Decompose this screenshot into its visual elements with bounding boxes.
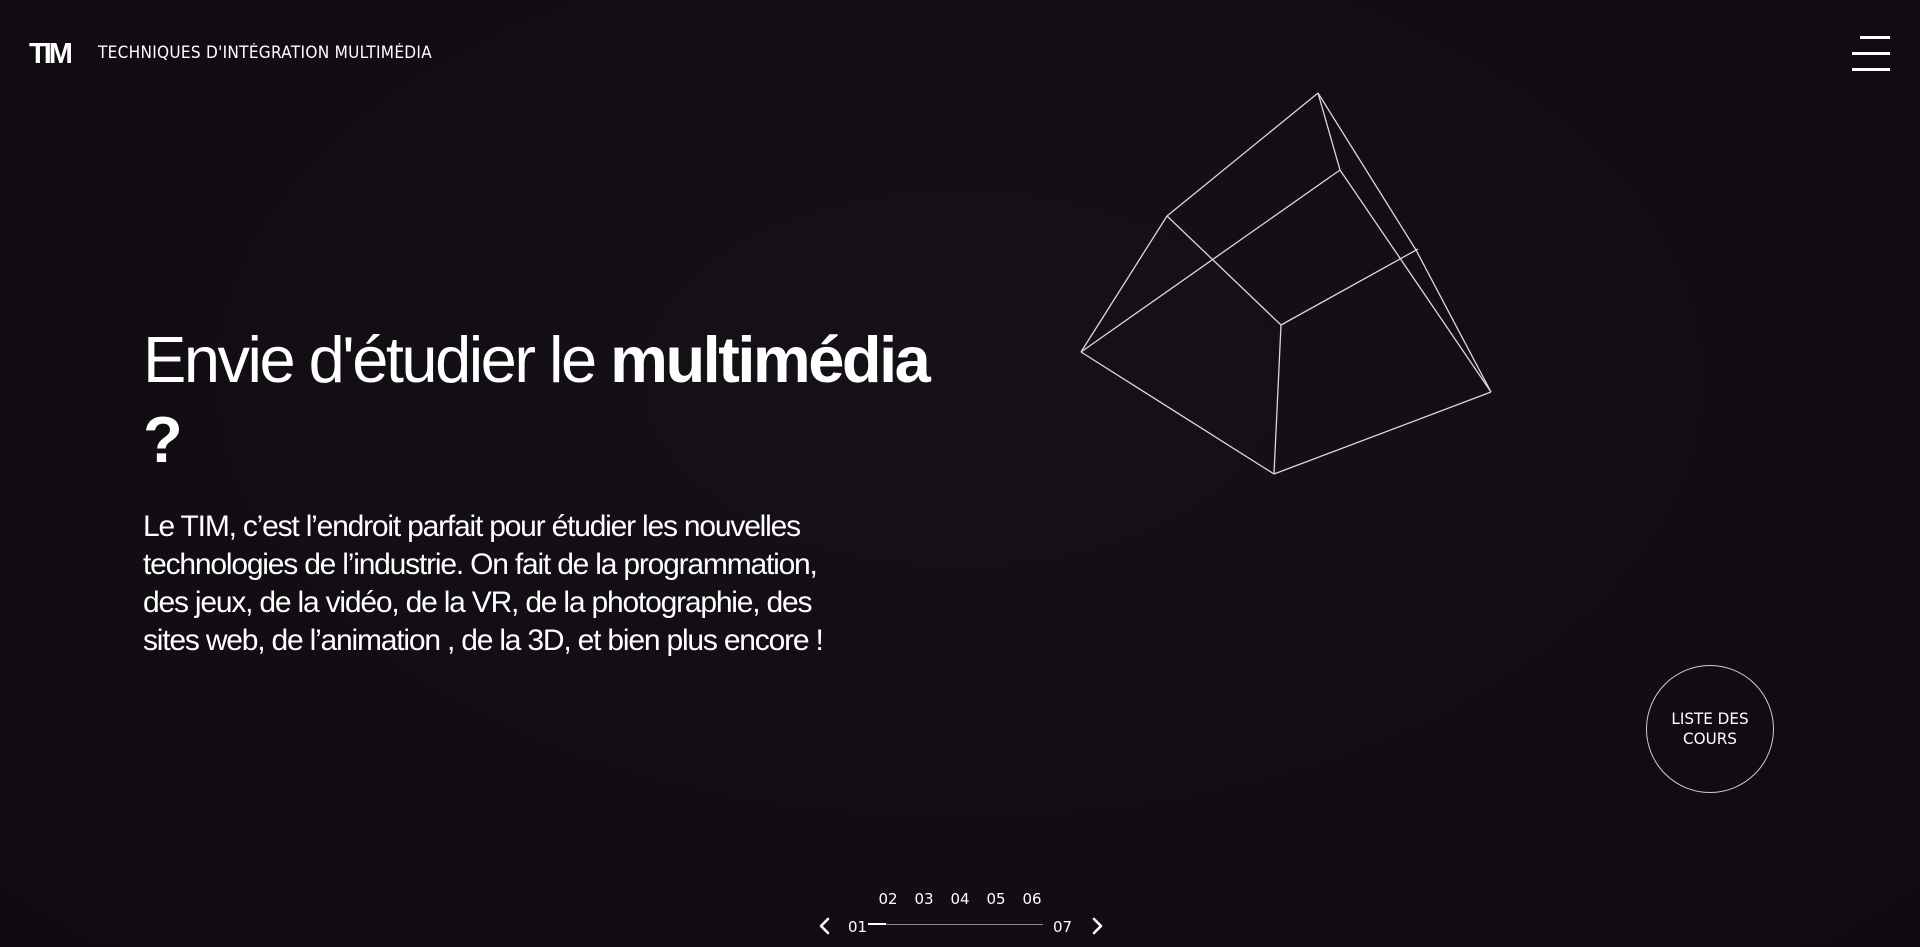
last-slide-number[interactable]: 07 — [1053, 918, 1072, 936]
slide-numbers: 02 03 04 05 06 — [870, 890, 1050, 908]
slide-number[interactable]: 04 — [942, 890, 978, 908]
page: TIM TECHNIQUES D'INTÉGRATION MULTIMÉDIA … — [0, 0, 1920, 947]
hero-title-question: ? — [143, 403, 183, 476]
slider-nav: 02 03 04 05 06 01 07 — [0, 880, 1920, 947]
menu-line — [1852, 68, 1890, 71]
logo-link[interactable]: TIM — [29, 37, 73, 70]
site-title: TECHNIQUES D'INTÉGRATION MULTIMÉDIA — [98, 43, 432, 62]
menu-line — [1860, 36, 1890, 39]
site-header: TIM TECHNIQUES D'INTÉGRATION MULTIMÉDIA — [0, 0, 1920, 106]
chevron-left-icon[interactable] — [815, 916, 835, 936]
current-slide-number: 01 — [848, 918, 868, 936]
slide-progress-fill — [868, 923, 886, 925]
menu-line — [1852, 52, 1890, 55]
course-list-button[interactable]: LISTE DES COURS — [1646, 665, 1774, 793]
hero-title-light: Envie d'étudier le — [143, 323, 611, 396]
hero-title: Envie d'étudier le multimédia ? — [143, 320, 963, 480]
slide-number[interactable]: 02 — [870, 890, 906, 908]
hero-description: Le TIM, c’est l’endroit parfait pour étu… — [143, 510, 824, 657]
hero-title-bold: multimédia — [610, 323, 931, 396]
slide-progress-track — [868, 923, 1043, 925]
chevron-right-icon[interactable] — [1087, 916, 1107, 936]
logo: TIM — [29, 37, 73, 70]
slide-number[interactable]: 06 — [1014, 890, 1050, 908]
slide-number[interactable]: 03 — [906, 890, 942, 908]
course-list-label: LISTE DES COURS — [1671, 709, 1749, 748]
hero-section: Envie d'étudier le multimédia ? — [143, 320, 963, 480]
hamburger-menu-icon[interactable] — [1852, 36, 1890, 72]
slide-number[interactable]: 05 — [978, 890, 1014, 908]
